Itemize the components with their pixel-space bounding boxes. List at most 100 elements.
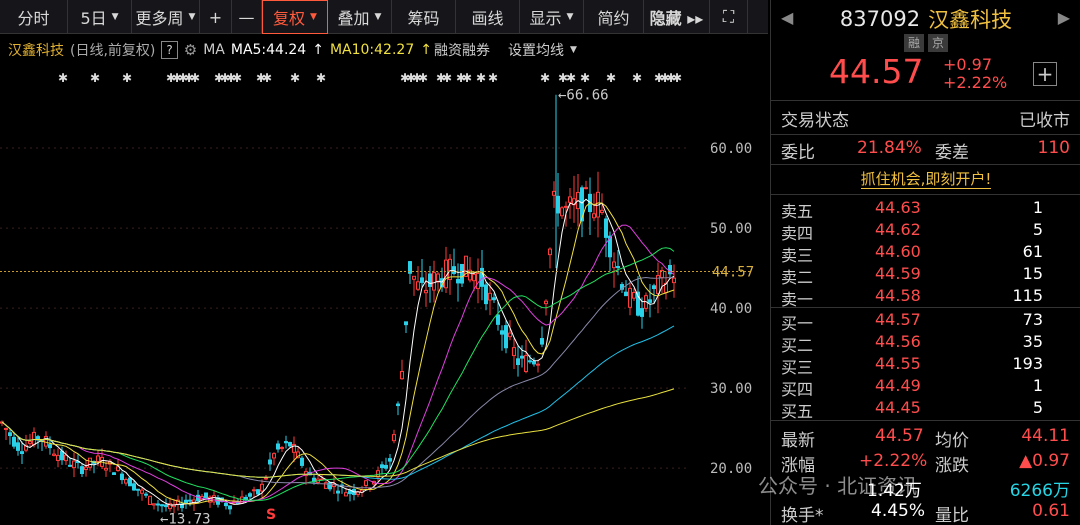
event-marker-icon[interactable]: ✱	[122, 71, 132, 85]
event-marker-icon[interactable]: ✱	[316, 71, 326, 85]
event-marker-icon[interactable]: ✱	[232, 71, 242, 85]
help-icon[interactable]: ?	[161, 41, 178, 59]
candle-body	[628, 287, 632, 308]
watermark-text: 公众号 · 北证资讯	[758, 474, 918, 498]
stock-name: 汉鑫科技	[928, 8, 1013, 32]
candle-body	[88, 457, 92, 468]
toolbar-button-label: 筹码	[407, 9, 440, 28]
event-marker-icon[interactable]: ✱	[462, 71, 472, 85]
toolbar-button-1[interactable]: 5日 ▼	[68, 0, 132, 34]
toolbar-button-10[interactable]: 简约	[584, 0, 644, 34]
toolbar-button-3[interactable]: +	[200, 0, 232, 34]
candlestick-chart[interactable]: 60.00 50.00 40.00 30.00 20.00 44.57 ←66.66 ←13.…	[0, 64, 768, 525]
event-marker-icon[interactable]: ✱	[90, 71, 100, 85]
low-annotation: ←13.73	[160, 511, 211, 525]
toolbar-button-9[interactable]: 显示 ▼	[520, 0, 584, 34]
event-marker-icon[interactable]: ✱	[290, 71, 300, 85]
toolbar-button-8[interactable]: 画线	[456, 0, 520, 34]
event-marker-icon[interactable]: ✱	[566, 71, 576, 85]
candle-body	[104, 467, 108, 471]
event-marker-icon[interactable]: ✱	[672, 71, 682, 85]
candle-body	[488, 292, 492, 301]
event-marker-icon[interactable]: ✱	[58, 71, 68, 85]
change-value: +0.97	[943, 55, 993, 74]
asks-row[interactable]: 卖三 44.60 61	[771, 242, 1080, 265]
event-marker-icon[interactable]: ✱	[488, 71, 498, 85]
candle-body	[280, 446, 284, 449]
divider	[771, 307, 1080, 308]
candle-body	[16, 442, 20, 451]
event-marker-icon[interactable]: ✱	[190, 71, 200, 85]
toolbar-button-2[interactable]: 更多周 ▼	[132, 0, 200, 34]
bids-price: 44.55	[875, 354, 921, 373]
set-ma-dropdown[interactable]: 设置均线	[508, 40, 564, 60]
add-watchlist-button[interactable]: +	[1033, 62, 1057, 86]
candle-body	[524, 355, 528, 372]
event-marker-icon[interactable]: ✱	[476, 71, 486, 85]
candle-body	[380, 464, 384, 469]
candle-body	[204, 492, 208, 499]
bids-row[interactable]: 买二 44.56 35	[771, 332, 1080, 355]
toolbar-button-5[interactable]: 复权 ▼	[262, 0, 328, 34]
candle-body	[140, 489, 144, 494]
gear-icon[interactable]: ⚙	[184, 41, 197, 59]
bids-price: 44.56	[875, 332, 921, 351]
toolbar-button-0[interactable]: 分时	[0, 0, 68, 34]
toolbar-button-label: 复权	[273, 9, 306, 28]
candle-body	[96, 455, 100, 463]
stock-header: 837092 汉鑫科技	[771, 4, 1080, 34]
divider	[771, 420, 1080, 421]
candle-body	[420, 277, 424, 283]
asks-vol: 5	[1032, 220, 1043, 239]
event-marker-icon[interactable]: ✱	[606, 71, 616, 85]
candle-body	[500, 330, 504, 335]
bids-row[interactable]: 买四 44.49 1	[771, 376, 1080, 399]
y-tick-label: 20.00	[710, 461, 752, 477]
candle-body	[68, 464, 72, 467]
candle-body	[128, 477, 132, 487]
bids-row[interactable]: 买五 44.45 5	[771, 398, 1080, 421]
asks-vol: 61	[1022, 242, 1043, 261]
asks-vol: 15	[1022, 264, 1043, 283]
event-marker-icon[interactable]: ✱	[262, 71, 272, 85]
asks-row[interactable]: 卖二 44.59 15	[771, 264, 1080, 287]
asks-row[interactable]: 卖一 44.58 115	[771, 286, 1080, 309]
change-label: 涨跌	[935, 456, 969, 476]
candle-body	[120, 473, 124, 481]
asks-price: 44.58	[875, 286, 921, 305]
candle-body	[52, 453, 56, 456]
margin-trading-link[interactable]: 融资融券	[434, 40, 490, 60]
bids-row[interactable]: 买一 44.57 73	[771, 310, 1080, 333]
open-account-text[interactable]: 抓住机会,即刻开户!	[860, 170, 992, 189]
candle-body	[12, 436, 16, 447]
event-marker-icon[interactable]: ✱	[442, 71, 452, 85]
bids-vol: 73	[1022, 310, 1043, 329]
chevron-down-icon[interactable]: ▼	[570, 45, 577, 55]
open-account-link[interactable]: 抓住机会,即刻开户!	[771, 168, 1080, 189]
asks-row[interactable]: 卖四 44.62 5	[771, 220, 1080, 243]
candle-body	[540, 338, 544, 345]
divider	[771, 164, 1080, 165]
candle-body	[396, 403, 400, 407]
event-marker-icon[interactable]: ✱	[632, 71, 642, 85]
chevron-down-icon: ▼	[188, 12, 196, 22]
ma-line	[1, 276, 674, 489]
toolbar-button-6[interactable]: 叠加 ▼	[328, 0, 392, 34]
toolbar-button-4[interactable]: —	[232, 0, 262, 34]
candle-body	[344, 492, 348, 497]
toolbar-button-label: —	[238, 7, 255, 27]
candle-body	[132, 483, 136, 491]
asks-row[interactable]: 卖五 44.63 1	[771, 198, 1080, 221]
candle-body	[520, 355, 524, 359]
volume-ratio-value: 0.61	[1032, 501, 1070, 521]
event-marker-icon[interactable]: ✱	[540, 71, 550, 85]
ma10-arrow-icon: ↑	[420, 42, 432, 58]
candle-body	[112, 472, 116, 475]
event-marker-icon[interactable]: ✱	[580, 71, 590, 85]
event-marker-icon[interactable]: ✱	[418, 71, 428, 85]
bids-row[interactable]: 买三 44.55 193	[771, 354, 1080, 377]
toolbar-button-11[interactable]: 隐藏 ▸▸	[644, 0, 710, 34]
toolbar-button-12[interactable]: ⛶	[710, 0, 748, 34]
period-label: (日线,前复权)	[70, 43, 156, 59]
toolbar-button-7[interactable]: 筹码	[392, 0, 456, 34]
